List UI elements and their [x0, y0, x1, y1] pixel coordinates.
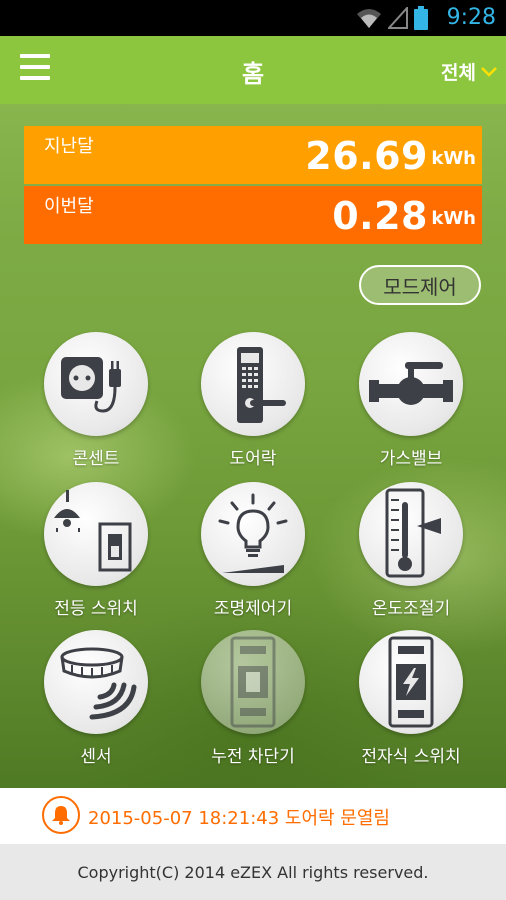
- last-month-value: 26.69: [305, 134, 428, 178]
- device-tile-circuit-breaker[interactable]: 누전 차단기: [193, 630, 313, 767]
- this-month-value: 0.28: [332, 194, 428, 238]
- last-month-unit: kWh: [431, 148, 476, 169]
- device-label: 도어락: [229, 449, 277, 469]
- device-tile-doorlock[interactable]: 도어락: [193, 332, 313, 469]
- device-label: 조명제어기: [213, 599, 293, 619]
- filter-dropdown[interactable]: 전체: [441, 58, 498, 85]
- device-label: 콘센트: [72, 449, 120, 469]
- last-month-row: 지난달 26.69 kWh: [24, 126, 482, 184]
- device-label: 센서: [80, 747, 112, 767]
- electronic-switch-icon: [388, 636, 434, 728]
- status-bar: 9:28: [0, 0, 506, 36]
- device-button[interactable]: [359, 332, 463, 436]
- footer: Copyright(C) 2014 eZEX All rights reserv…: [0, 844, 506, 900]
- device-button[interactable]: [201, 332, 305, 436]
- signal-icon: [388, 7, 408, 29]
- status-icons: [356, 6, 428, 30]
- device-label: 전등 스위치: [54, 599, 138, 619]
- device-label: 전자식 스위치: [361, 747, 461, 767]
- battery-icon: [414, 6, 428, 30]
- door-lock-icon: [237, 347, 286, 423]
- device-label: 누전 차단기: [211, 747, 295, 767]
- event-text: 2015-05-07 18:21:43 도어락 문열림: [88, 808, 390, 829]
- device-button[interactable]: [359, 630, 463, 734]
- device-tile-sensor[interactable]: 센서: [36, 630, 156, 767]
- device-label: 온도조절기: [371, 599, 451, 619]
- filter-label: 전체: [441, 62, 476, 84]
- device-tile-light-dimmer[interactable]: 조명제어기: [193, 482, 313, 619]
- bell-icon: [42, 796, 80, 834]
- smoke-sensor-icon: [60, 647, 137, 720]
- last-month-label: 지난달: [44, 136, 94, 157]
- this-month-label: 이번달: [44, 196, 94, 217]
- device-tile-light-switch[interactable]: 전등 스위치: [36, 482, 156, 619]
- this-month-row: 이번달 0.28 kWh: [24, 186, 482, 244]
- outlet-plug-icon: [61, 357, 121, 413]
- device-button[interactable]: [359, 482, 463, 586]
- device-tile-outlet[interactable]: 콘센트: [36, 332, 156, 469]
- thermostat-icon: [385, 488, 441, 578]
- device-button[interactable]: [44, 332, 148, 436]
- chevron-down-icon: [481, 66, 497, 77]
- mode-control-button[interactable]: 모드제어: [359, 265, 481, 305]
- light-switch-icon: [54, 490, 132, 572]
- device-button[interactable]: [201, 630, 305, 734]
- app-bar: 홈 전체: [0, 36, 506, 104]
- copyright-text: Copyright(C) 2014 eZEX All rights reserv…: [77, 863, 429, 882]
- event-notification-bar[interactable]: 2015-05-07 18:21:43 도어락 문열림: [0, 788, 506, 844]
- wifi-icon: [357, 9, 381, 28]
- light-dimmer-icon: [218, 493, 288, 573]
- device-label: 가스밸브: [379, 449, 443, 469]
- clock: 9:28: [446, 5, 496, 30]
- energy-usage-panel: 지난달 26.69 kWh 이번달 0.28 kWh: [24, 126, 482, 244]
- device-tile-gas-valve[interactable]: 가스밸브: [351, 332, 471, 469]
- device-tile-thermostat[interactable]: 온도조절기: [351, 482, 471, 619]
- gas-valve-icon: [369, 362, 453, 405]
- device-button[interactable]: [44, 630, 148, 734]
- device-tile-electronic-switch[interactable]: 전자식 스위치: [351, 630, 471, 767]
- page-title: 홈: [241, 60, 265, 88]
- device-button[interactable]: [44, 482, 148, 586]
- circuit-breaker-icon: [230, 636, 276, 728]
- this-month-unit: kWh: [431, 208, 476, 229]
- device-button[interactable]: [201, 482, 305, 586]
